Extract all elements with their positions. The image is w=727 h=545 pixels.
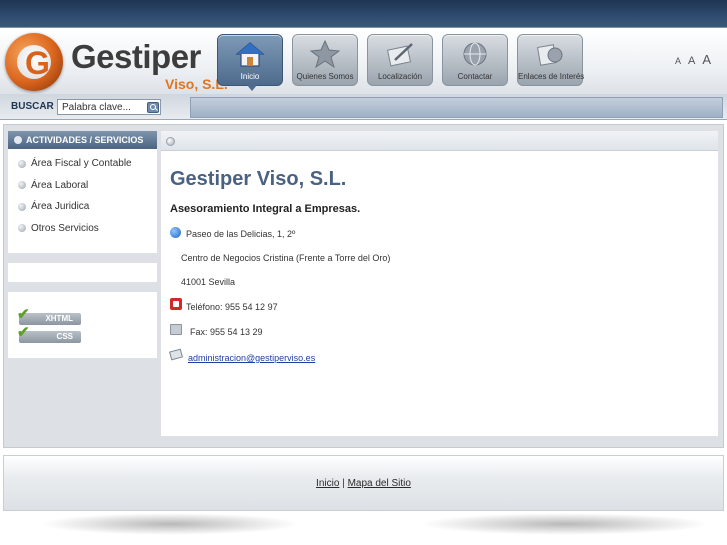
footer-shadow-right: [420, 513, 710, 535]
email-icon: [169, 348, 183, 361]
brand-name[interactable]: Gestiper: [71, 38, 201, 76]
footer-shadow-left: [40, 513, 300, 535]
top-bar: [0, 0, 727, 28]
bullet-icon: [18, 224, 26, 233]
bullet-icon: [18, 159, 26, 168]
nav-enlaces[interactable]: Enlaces de Interés: [517, 34, 585, 86]
font-size-controls: A A A: [675, 52, 711, 67]
check-icon: ✔: [17, 306, 30, 323]
nav-label: Contactar: [457, 72, 493, 81]
address-line-3: 41001 Sevilla: [181, 277, 236, 287]
footer-link-sitemap[interactable]: Mapa del Sitio: [348, 478, 411, 489]
sidebar-item-fiscal[interactable]: Área Fiscal y Contable: [8, 153, 157, 175]
search-input[interactable]: [57, 99, 161, 115]
sidebar-item-otros[interactable]: Otros Servicios: [8, 218, 157, 240]
nav-label: Quienes Somos: [296, 72, 354, 81]
star-icon: [310, 40, 340, 68]
sidebar-item-juridica[interactable]: Área Juridica: [8, 196, 157, 218]
address-line-1: Paseo de las Delicias, 1, 2º: [186, 229, 296, 239]
sidebar-blank-box: [8, 263, 157, 282]
bullet-icon: [18, 181, 26, 190]
font-size-medium[interactable]: A: [688, 55, 695, 67]
footer-links: Inicio | Mapa del Sitio: [4, 478, 723, 489]
nav-label: Inicio: [240, 72, 260, 81]
content-bar: [161, 131, 718, 151]
sidebar-list: Área Fiscal y Contable Área Laboral Área…: [8, 149, 157, 253]
css-badge[interactable]: ✔ CSS: [17, 325, 81, 343]
nav-localizacion[interactable]: Localización: [367, 34, 433, 86]
page-title: Gestiper Viso, S.L.: [170, 168, 347, 190]
search-label: BUSCAR: [11, 101, 54, 112]
footer: Inicio | Mapa del Sitio: [3, 455, 724, 511]
sidebar-item-laboral[interactable]: Área Laboral: [8, 175, 157, 197]
nav-label: Localización: [377, 72, 423, 81]
phone-text: Teléfono: 955 54 12 97: [186, 302, 278, 312]
validation-badges: ✔ XHTML ✔ CSS: [8, 292, 157, 358]
map-pen-icon: [386, 43, 413, 67]
bullet-icon: [18, 202, 26, 211]
address-icon: [170, 227, 181, 238]
main-content: Gestiper Viso, S.L. Asesoramiento Integr…: [161, 131, 718, 436]
nav-contactar[interactable]: Contactar: [442, 34, 508, 86]
active-pointer: [247, 85, 257, 91]
search-icon[interactable]: [147, 102, 159, 113]
sidebar-item-label: Área Juridica: [31, 201, 90, 213]
font-size-large[interactable]: A: [702, 52, 711, 67]
email-link[interactable]: administracion@gestiperviso.es: [188, 353, 315, 363]
sidebar: ACTIVIDADES / SERVICIOS Área Fiscal y Co…: [8, 131, 157, 358]
sidebar-heading: ACTIVIDADES / SERVICIOS: [8, 131, 157, 149]
search-strip: [190, 97, 723, 118]
nav-label: Enlaces de Interés: [518, 72, 585, 81]
fax-text: Fax: 955 54 13 29: [190, 327, 263, 337]
logo-icon[interactable]: G: [5, 33, 63, 91]
fax-icon: [170, 324, 182, 335]
logo-letter: G: [25, 45, 50, 81]
phone-icon: [170, 298, 182, 310]
page-subtitle: Asesoramiento Integral a Empresas.: [170, 203, 361, 215]
sidebar-item-label: Área Fiscal y Contable: [31, 158, 132, 170]
nav-inicio[interactable]: Inicio: [217, 34, 283, 91]
sidebar-heading-text: ACTIVIDADES / SERVICIOS: [26, 135, 144, 145]
home-icon: [235, 42, 265, 67]
main-nav: Inicio Quienes Somos Localización Contac…: [217, 34, 585, 91]
sidebar-item-label: Otros Servicios: [31, 222, 99, 234]
footer-separator: |: [342, 478, 345, 489]
address-line-2: Centro de Negocios Cristina (Frente a To…: [181, 253, 391, 263]
sidebar-item-label: Área Laboral: [31, 179, 89, 191]
check-icon: ✔: [17, 324, 30, 341]
links-icon: [536, 44, 563, 66]
bullet-icon: [166, 137, 175, 146]
footer-link-inicio[interactable]: Inicio: [316, 478, 339, 489]
globe-icon: [463, 42, 487, 66]
bullet-icon: [14, 136, 22, 144]
nav-quienes-somos[interactable]: Quienes Somos: [292, 34, 358, 86]
font-size-small[interactable]: A: [675, 56, 681, 66]
